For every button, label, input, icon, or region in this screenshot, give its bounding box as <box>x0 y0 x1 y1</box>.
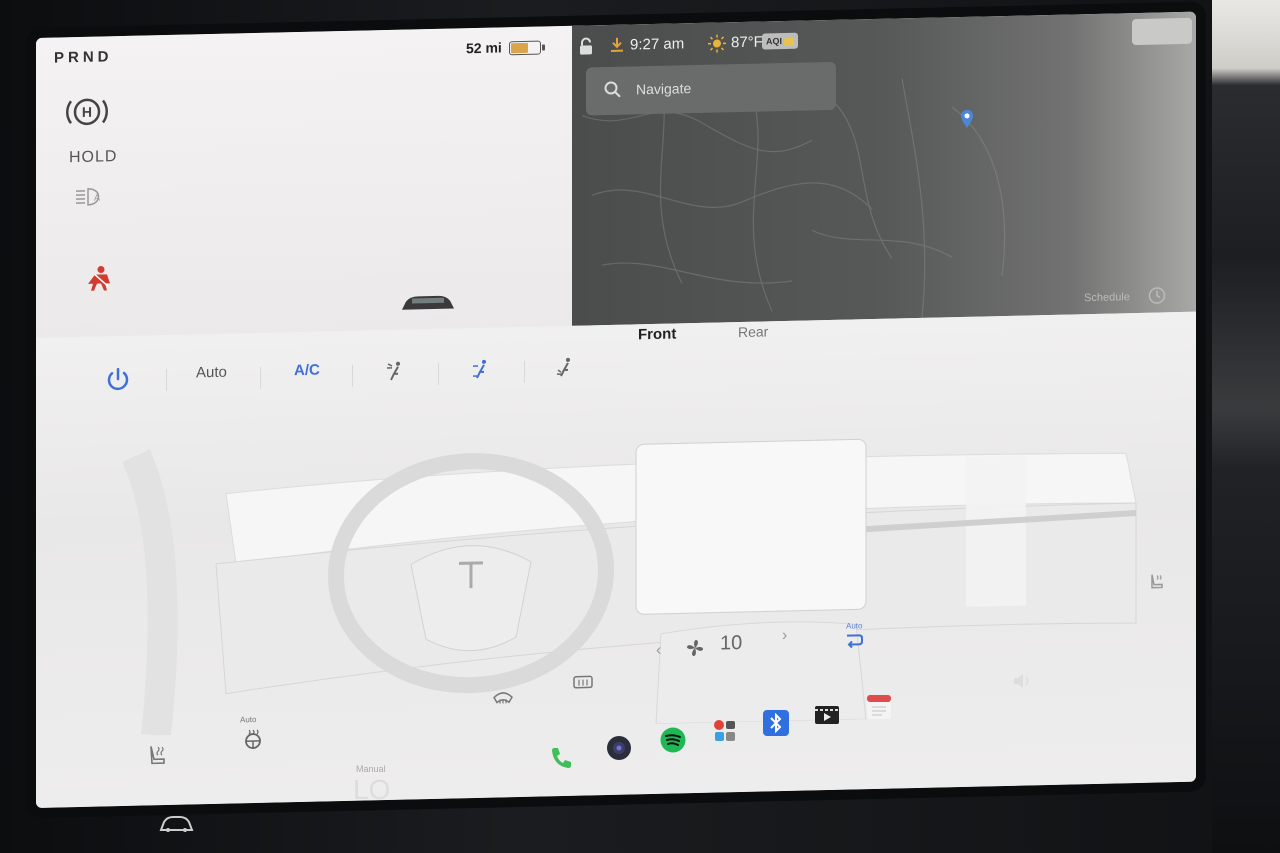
outside-temperature: 87°F <box>731 33 763 52</box>
clock-icon[interactable] <box>1148 286 1166 304</box>
airflow-feet-icon[interactable] <box>554 356 578 379</box>
vehicle-icon <box>402 295 454 310</box>
sun-icon <box>708 34 726 53</box>
unlock-icon[interactable] <box>578 37 594 55</box>
calendar-icon[interactable] <box>866 694 892 720</box>
auto-headlights-icon: A <box>76 188 100 206</box>
phone-icon[interactable] <box>548 745 574 771</box>
svg-text:A: A <box>94 193 100 203</box>
temperature-mode-label: Manual <box>356 764 386 774</box>
battery-icon <box>509 40 545 56</box>
aqi-level-indicator <box>784 37 795 46</box>
bluetooth-icon[interactable] <box>763 710 789 736</box>
fan-icon <box>687 640 703 657</box>
theater-icon[interactable] <box>814 702 840 728</box>
fan-increase-button[interactable]: › <box>782 627 787 645</box>
battery-fill <box>511 42 528 54</box>
tab-front[interactable]: Front <box>638 325 676 343</box>
navigation-map[interactable]: 9:27 am 87°F AQI Navigate <box>572 11 1196 326</box>
clock-time: 9:27 am <box>630 35 685 54</box>
search-icon <box>604 81 621 98</box>
gear-indicator: PRND <box>54 48 113 67</box>
seatbelt-warning-icon <box>88 266 110 291</box>
front-defrost-icon[interactable] <box>572 673 594 691</box>
auto-climate-button[interactable]: Auto <box>196 364 227 382</box>
ac-button[interactable]: A/C <box>294 362 320 380</box>
download-icon[interactable] <box>610 37 624 53</box>
weather-widget[interactable] <box>1132 17 1192 46</box>
brake-hold-icon: H <box>66 98 108 126</box>
aqi-label: AQI <box>766 36 783 47</box>
hold-label: HOLD <box>69 148 118 167</box>
rear-defrost-icon[interactable] <box>492 687 514 705</box>
app-launcher-icon[interactable] <box>712 718 738 744</box>
fan-speed-control: ‹ 10 › <box>616 592 816 687</box>
recirculation-icon[interactable] <box>844 631 864 649</box>
vehicle-status-panel: PRND 52 mi H HOLD A <box>36 25 572 339</box>
navigate-search-bar[interactable]: Navigate <box>586 61 836 116</box>
airflow-face-feet-icon[interactable] <box>470 358 494 381</box>
map-pin-icon[interactable] <box>960 109 974 129</box>
range-readout: 52 mi <box>466 39 502 57</box>
aqi-badge[interactable]: AQI <box>762 32 799 50</box>
climate-power-button[interactable] <box>104 366 132 395</box>
camera-icon[interactable] <box>606 735 632 761</box>
search-placeholder: Navigate <box>636 80 692 98</box>
svg-text:H: H <box>82 104 92 120</box>
passenger-seat-heater-icon[interactable] <box>1148 572 1166 590</box>
fan-speed-value: 10 <box>720 631 743 655</box>
driver-temperature-value[interactable]: LO <box>353 774 390 806</box>
recirculation-auto-label: Auto <box>846 621 863 631</box>
car-controls-icon[interactable] <box>158 812 194 834</box>
fan-decrease-button[interactable]: ‹ <box>656 642 661 660</box>
volume-icon[interactable] <box>1012 672 1032 690</box>
airflow-face-icon[interactable] <box>384 360 408 383</box>
schedule-link[interactable]: Schedule <box>1084 291 1130 304</box>
spotify-icon[interactable] <box>660 727 686 753</box>
tab-rear[interactable]: Rear <box>738 323 768 340</box>
